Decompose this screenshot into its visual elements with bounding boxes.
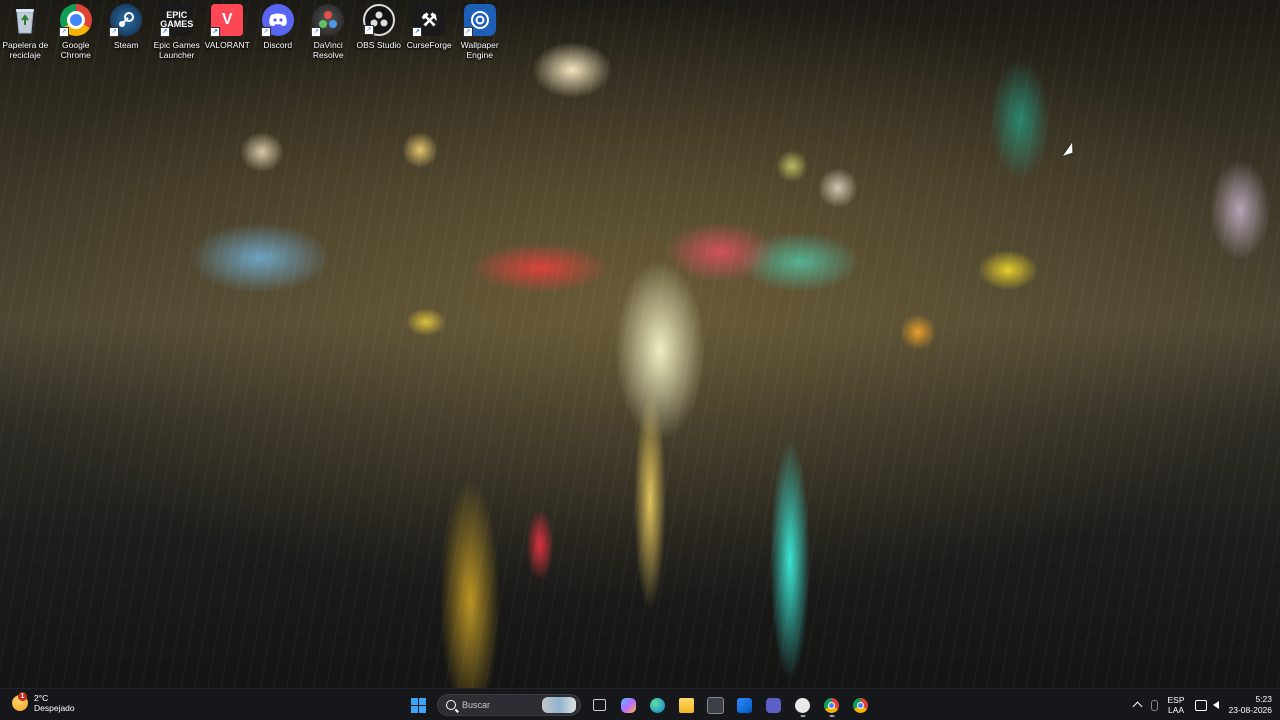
shortcut-arrow-icon: ↗	[311, 27, 322, 37]
desktop-icon-label: Steam	[113, 40, 139, 50]
chrome-icon	[853, 697, 868, 713]
task-view-icon	[593, 699, 606, 711]
desktop-icons: Papelera de reciclaje ↗ Google Chrome ↗ …	[0, 4, 505, 60]
valorant-icon: V ↗	[210, 4, 244, 37]
show-hidden-icons-chevron-icon[interactable]	[1132, 701, 1142, 712]
shortcut-arrow-icon: ↗	[412, 27, 423, 37]
shortcut-arrow-icon: ↗	[210, 27, 221, 37]
curseforge-glyph: ⚒	[421, 9, 438, 30]
github-icon	[795, 697, 810, 713]
store-icon	[707, 696, 724, 714]
search-placeholder: Buscar	[462, 700, 491, 710]
teams-icon	[766, 697, 781, 713]
shortcut-arrow-icon: ↗	[363, 25, 374, 35]
wallpaper-engine-icon: ↗	[462, 4, 496, 37]
teams-button[interactable]	[761, 693, 786, 718]
shortcut-arrow-icon: ↗	[109, 27, 120, 37]
taskbar-center: Buscar	[406, 691, 873, 719]
desktop-icon-label: Wallpaper Engine	[460, 40, 499, 60]
github-button[interactable]	[790, 693, 815, 718]
store-button[interactable]	[703, 693, 728, 718]
desktop-icon-label: CurseForge	[406, 40, 452, 50]
search-highlight-image	[542, 697, 576, 713]
windows-logo-icon	[411, 697, 426, 713]
mail-button[interactable]	[732, 693, 757, 718]
desktop-icon-google-chrome[interactable]: ↗ Google Chrome	[51, 4, 102, 60]
task-view-button[interactable]	[587, 693, 612, 718]
desktop-icon-curseforge[interactable]: ⚒ ↗ CurseForge	[404, 4, 455, 60]
clock[interactable]: 5:23 23-08-2026	[1229, 694, 1272, 716]
curseforge-icon: ⚒ ↗	[412, 4, 446, 37]
speaker-icon	[1212, 701, 1219, 709]
shortcut-arrow-icon: ↗	[159, 27, 170, 37]
desktop-icon-steam[interactable]: ↗ Steam	[101, 4, 152, 60]
chrome-taskbar-button[interactable]	[819, 693, 844, 718]
sun-icon: 1	[12, 692, 28, 711]
taskbar: 1 2°C Despejado Buscar ESP LAA 5:23 23-0…	[0, 688, 1280, 720]
keyboard-layout-code: LAA	[1167, 705, 1185, 715]
desktop-icon-davinci-resolve[interactable]: ↗ DaVinci Resolve	[303, 4, 354, 60]
network-icon	[1194, 699, 1207, 711]
desktop-icon-recycle-bin[interactable]: Papelera de reciclaje	[0, 4, 51, 60]
chrome-taskbar-button-2[interactable]	[848, 693, 873, 718]
clock-date: 23-08-2026	[1228, 705, 1272, 715]
desktop-icon-label: DaVinci Resolve	[312, 40, 344, 60]
recycle-bin-icon	[9, 4, 41, 36]
copilot-button[interactable]	[616, 693, 641, 718]
desktop-icon-wallpaper-engine[interactable]: ↗ Wallpaper Engine	[455, 4, 506, 60]
mail-icon	[737, 697, 752, 713]
desktop-icon-epic-games-launcher[interactable]: EPIC GAMES ↗ Epic Games Launcher	[152, 4, 203, 60]
desktop-icon-discord[interactable]: ↗ Discord	[253, 4, 304, 60]
edge-icon	[650, 697, 665, 713]
obs-studio-icon: ↗	[362, 4, 395, 36]
desktop-icon-label: Google Chrome	[60, 40, 91, 60]
file-explorer-button[interactable]	[674, 693, 699, 718]
desktop-icon-label: Epic Games Launcher	[153, 40, 200, 60]
mouse-cursor-icon	[1062, 142, 1078, 160]
desktop-icon-label: Papelera de reciclaje	[2, 40, 49, 60]
wallpaper-rain-overlay	[0, 0, 1280, 720]
copilot-icon	[621, 697, 636, 713]
desktop-icon-label: Discord	[263, 40, 293, 50]
folder-icon	[679, 697, 694, 713]
desktop-icon-valorant[interactable]: V ↗ VALORANT	[202, 4, 253, 60]
search-icon	[446, 700, 456, 710]
start-button[interactable]	[406, 693, 431, 718]
microphone-icon[interactable]	[1150, 699, 1158, 711]
steam-icon: ↗	[109, 4, 143, 37]
system-tray: ESP LAA 5:23 23-08-2026	[1132, 689, 1272, 720]
clock-time: 5:23	[1255, 694, 1272, 704]
weather-temperature: 2°C	[34, 693, 49, 703]
input-language-indicator[interactable]: ESP LAA	[1168, 695, 1185, 715]
epic-games-icon: EPIC GAMES ↗	[159, 4, 193, 37]
discord-icon: ↗	[260, 4, 294, 37]
chrome-icon: ↗	[58, 4, 92, 37]
edge-button[interactable]	[645, 693, 670, 718]
shortcut-arrow-icon: ↗	[260, 27, 271, 37]
davinci-resolve-icon: ↗	[311, 4, 345, 37]
weather-text: 2°C Despejado	[34, 693, 75, 713]
weather-description: Despejado	[34, 703, 75, 713]
weather-widget[interactable]: 1 2°C Despejado	[12, 692, 75, 713]
valorant-glyph: V	[221, 11, 233, 28]
desktop-icon-obs-studio[interactable]: ↗ OBS Studio	[354, 4, 405, 60]
taskbar-search-box[interactable]: Buscar	[437, 694, 581, 716]
notification-badge: 1	[18, 692, 27, 701]
language-code: ESP	[1167, 695, 1185, 705]
shortcut-arrow-icon: ↗	[462, 27, 473, 37]
desktop[interactable]: Papelera de reciclaje ↗ Google Chrome ↗ …	[0, 0, 1280, 720]
desktop-icon-label: VALORANT	[204, 40, 250, 50]
shortcut-arrow-icon: ↗	[58, 27, 69, 37]
quick-settings-button[interactable]	[1194, 699, 1219, 711]
chrome-icon	[824, 697, 839, 713]
desktop-icon-label: OBS Studio	[356, 40, 401, 50]
